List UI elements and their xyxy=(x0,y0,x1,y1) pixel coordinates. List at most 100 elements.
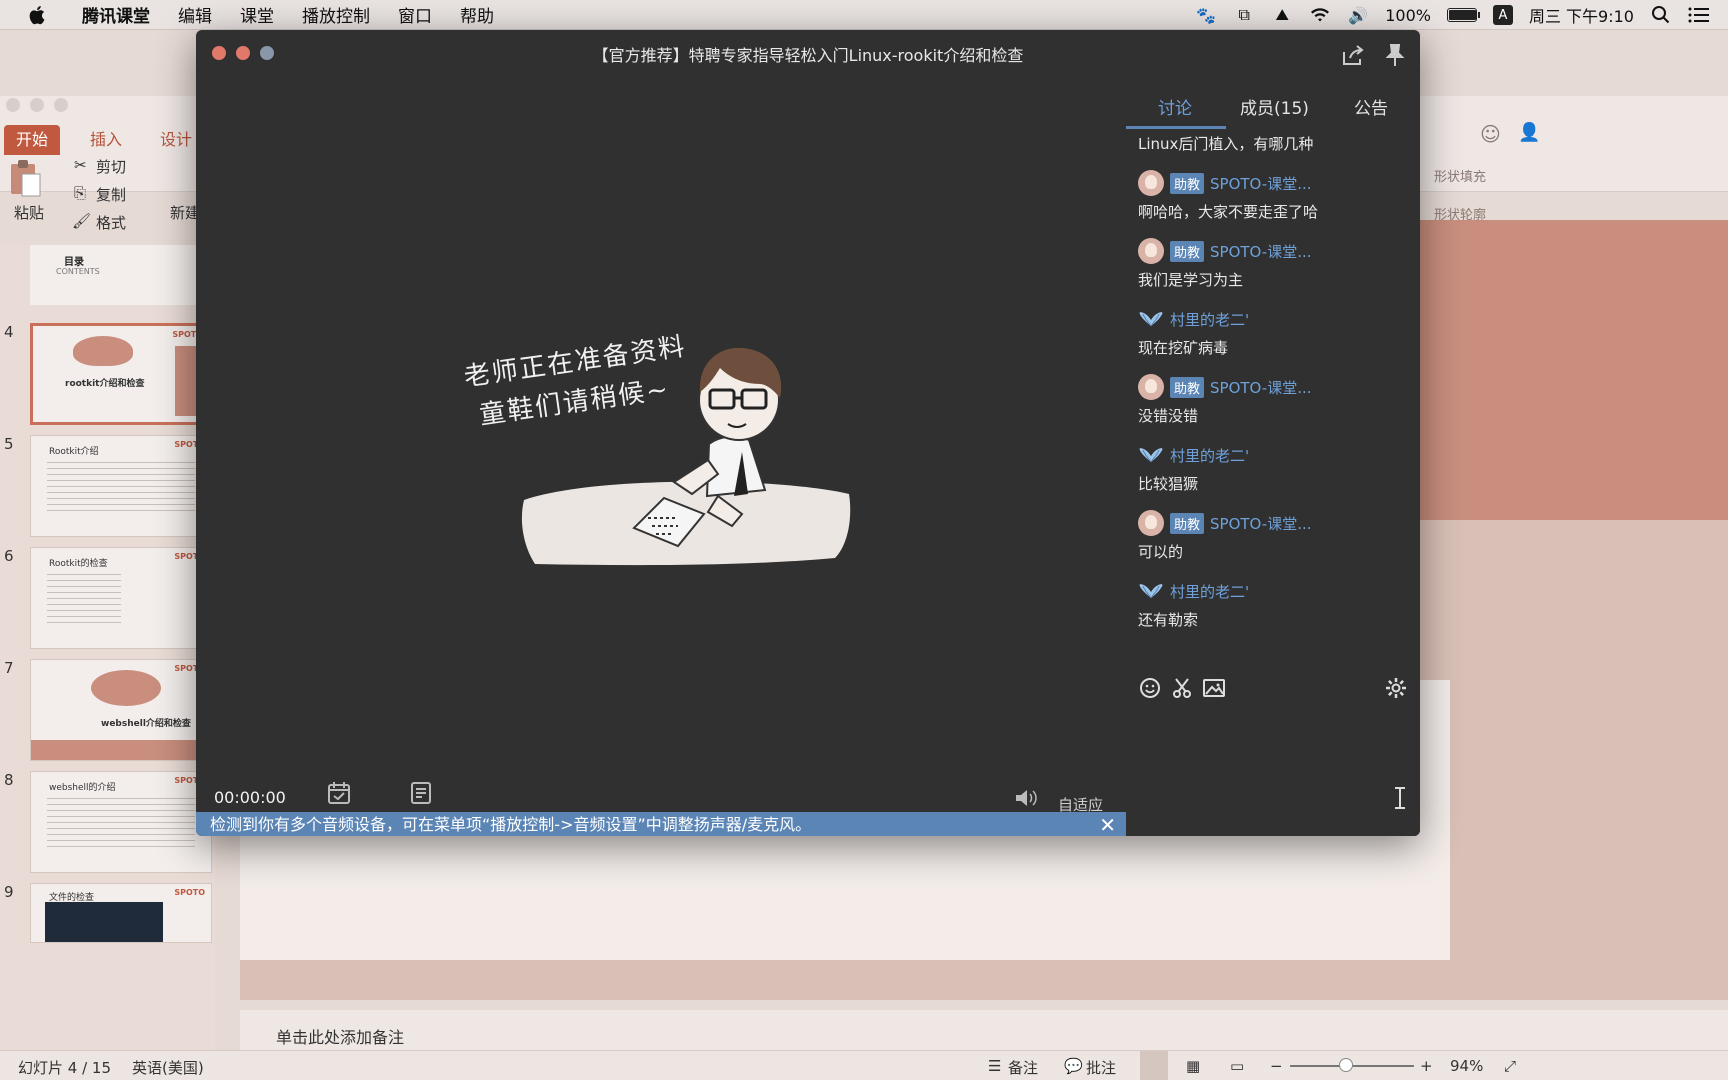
copy-icon[interactable]: ⎘ xyxy=(74,184,86,202)
sender-name[interactable]: SPOTO-课堂... xyxy=(1210,241,1311,262)
speaker-icon[interactable] xyxy=(1014,788,1038,808)
ppt-zoom-button[interactable] xyxy=(54,98,68,112)
chat-sender[interactable]: 助教 SPOTO-课堂... xyxy=(1138,510,1312,536)
notification-center-icon[interactable] xyxy=(1688,5,1710,25)
slide-number: 6 xyxy=(4,547,14,565)
chat-sender[interactable]: 村里的老二' xyxy=(1138,578,1249,604)
zoom-percent[interactable]: 94% xyxy=(1450,1057,1483,1075)
sender-name[interactable]: SPOTO-课堂... xyxy=(1210,513,1311,534)
search-icon[interactable] xyxy=(1650,5,1672,25)
battery-icon[interactable] xyxy=(1446,8,1480,22)
slide-thumb-6[interactable]: SPOTO Rootkit的检查 xyxy=(30,547,212,649)
thumb-text-lines xyxy=(47,798,195,848)
role-badge: 助教 xyxy=(1170,376,1205,398)
slide-sorter-icon[interactable]: ▦ xyxy=(1186,1057,1200,1075)
format-painter-icon[interactable]: 🖌 xyxy=(72,212,91,230)
chat-message-text: 现在挖矿病毒 xyxy=(1138,339,1229,357)
menu-window[interactable]: 窗口 xyxy=(398,2,432,27)
tab-discussion[interactable]: 讨论 xyxy=(1158,94,1192,119)
notice-close-icon[interactable]: ✕ xyxy=(1099,812,1116,836)
wifi-icon[interactable] xyxy=(1309,5,1331,25)
slide-thumb-5[interactable]: SPOTO Rootkit介绍 xyxy=(30,435,212,537)
apple-icon[interactable] xyxy=(28,4,48,26)
scissors-icon[interactable] xyxy=(1170,676,1194,700)
emoji-icon[interactable] xyxy=(1138,676,1162,700)
ppt-minimize-button[interactable] xyxy=(30,98,44,112)
format-label[interactable]: 格式 xyxy=(96,212,126,233)
notes-button[interactable]: 备注 xyxy=(1008,1057,1038,1078)
image-icon[interactable] xyxy=(1202,676,1226,700)
tab-announcement[interactable]: 公告 xyxy=(1354,94,1388,119)
girl-avatar-icon[interactable] xyxy=(1138,170,1164,196)
sender-name[interactable]: SPOTO-课堂... xyxy=(1210,377,1311,398)
comments-button[interactable]: 批注 xyxy=(1086,1057,1116,1078)
girl-avatar-icon[interactable] xyxy=(1138,510,1164,536)
fit-slide-icon[interactable]: ⤢ xyxy=(1504,1057,1516,1075)
chat-sender[interactable]: 助教 SPOTO-课堂... xyxy=(1138,374,1312,400)
chat-message-text: 我们是学习为主 xyxy=(1138,271,1244,289)
paw-icon[interactable]: 🐾 xyxy=(1195,5,1217,25)
cut-icon[interactable]: ✂ xyxy=(74,156,87,174)
chat-sender[interactable]: 村里的老二' xyxy=(1138,442,1249,468)
chat-sender[interactable]: 助教 SPOTO-课堂... xyxy=(1138,238,1312,264)
tab-members[interactable]: 成员(15) xyxy=(1240,94,1309,119)
audio-device-notice: 检测到你有多个音频设备，可在菜单项“播放控制->音频设置”中调整扬声器/麦克风。… xyxy=(196,812,1126,836)
tab-home[interactable]: 开始 xyxy=(4,125,61,155)
screen-share-icon[interactable]: ⧉ xyxy=(1233,5,1255,25)
girl-avatar-icon[interactable] xyxy=(1138,374,1164,400)
cut-label[interactable]: 剪切 xyxy=(96,156,126,177)
sender-name[interactable]: 村里的老二' xyxy=(1170,445,1249,466)
slide-number: 8 xyxy=(4,771,14,789)
menu-help[interactable]: 帮助 xyxy=(460,2,494,27)
new-slide-label[interactable]: 新建幻灯片 xyxy=(170,202,196,223)
chat-sender[interactable]: 助教 SPOTO-课堂... xyxy=(1138,170,1312,196)
notes-icon[interactable]: ☰ xyxy=(988,1057,1001,1075)
clock[interactable]: 周三 下午9:10 xyxy=(1529,3,1634,27)
input-method-icon[interactable]: A xyxy=(1492,5,1513,25)
slide-thumb-toc[interactable]: 目录 CONTENTS xyxy=(30,245,212,305)
shape-fill-label[interactable]: 形状填充 xyxy=(1434,166,1486,185)
slide-thumb-8[interactable]: SPOTO webshell的介绍 xyxy=(30,771,212,873)
slide-thumb-9[interactable]: SPOTO 文件的检查 xyxy=(30,883,212,943)
wing-avatar-icon[interactable] xyxy=(1138,442,1164,468)
pin-icon[interactable] xyxy=(1382,42,1408,68)
thumb-title: rootkit介绍和检查 xyxy=(65,379,145,389)
language-indicator[interactable]: 英语(美国) xyxy=(132,1057,204,1078)
copy-label[interactable]: 复制 xyxy=(96,184,126,205)
menu-classroom[interactable]: 课堂 xyxy=(240,2,274,27)
chat-list[interactable]: Linux后门植入，有哪几种 助教 SPOTO-课堂... 啊哈哈，大家不要走歪了哈助… xyxy=(1138,132,1408,642)
reading-view-icon[interactable]: ▭ xyxy=(1230,1057,1244,1075)
gear-icon[interactable] xyxy=(1384,676,1408,700)
slide-thumb-7[interactable]: SPOTO webshell介绍和检查 xyxy=(30,659,212,761)
sender-name[interactable]: SPOTO-课堂... xyxy=(1210,173,1311,194)
zoom-out-icon[interactable]: − xyxy=(1270,1057,1283,1075)
zoom-slider-knob[interactable] xyxy=(1338,1058,1353,1072)
add-user-icon[interactable]: 👤 xyxy=(1518,122,1540,143)
share-icon[interactable] xyxy=(1340,42,1366,68)
ppt-close-button[interactable] xyxy=(6,98,20,112)
paste-icon[interactable] xyxy=(8,158,42,198)
menu-playback[interactable]: 播放控制 xyxy=(302,2,370,27)
normal-view-icon[interactable] xyxy=(1140,1051,1168,1080)
calendar-check-icon[interactable] xyxy=(326,780,352,806)
emoji-icon[interactable]: ☺ xyxy=(1480,122,1501,146)
sender-name[interactable]: 村里的老二' xyxy=(1170,309,1249,330)
text-cursor-icon xyxy=(1395,787,1405,809)
wing-avatar-icon[interactable] xyxy=(1138,578,1164,604)
notes-document-icon[interactable] xyxy=(408,780,434,806)
slide-thumb-4[interactable]: SPOTO rootkit介绍和检查 xyxy=(30,323,212,425)
comments-icon[interactable]: 💬 xyxy=(1064,1057,1083,1075)
wing-avatar-icon[interactable] xyxy=(1138,306,1164,332)
sender-name[interactable]: 村里的老二' xyxy=(1170,581,1249,602)
menu-edit[interactable]: 编辑 xyxy=(178,2,212,27)
volume-icon[interactable]: 🔊 xyxy=(1347,5,1369,25)
girl-avatar-icon[interactable] xyxy=(1138,238,1164,264)
mountain-icon[interactable]: ⛰ xyxy=(1271,5,1293,25)
chat-sender[interactable]: 村里的老二' xyxy=(1138,306,1249,332)
video-area[interactable]: 老师正在准备资料 童鞋们请稍候~ xyxy=(196,80,1126,820)
tab-insert[interactable]: 插入 xyxy=(78,125,134,155)
zoom-in-icon[interactable]: + xyxy=(1420,1057,1433,1075)
teacher-illustration xyxy=(521,347,851,566)
paste-label[interactable]: 粘贴 xyxy=(14,202,44,223)
menu-app-name[interactable]: 腾讯课堂 xyxy=(82,2,150,27)
